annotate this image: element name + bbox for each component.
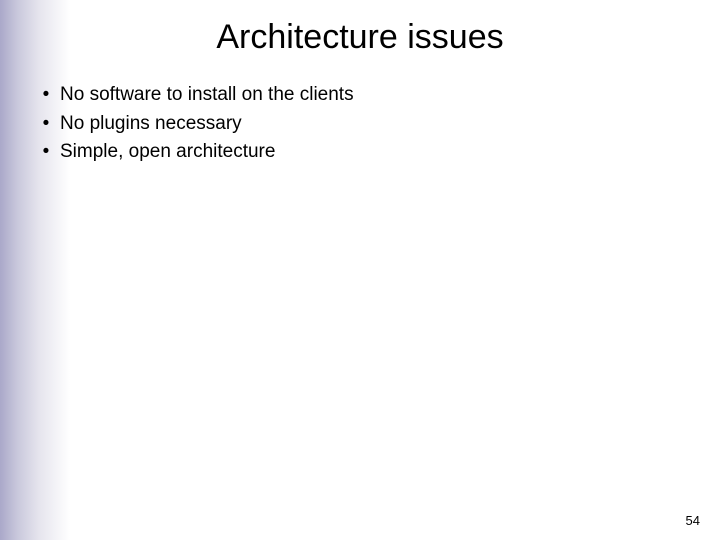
bullet-text: Simple, open architecture <box>60 141 275 162</box>
bullet-text: No plugins necessary <box>60 113 242 134</box>
bullet-icon: • <box>36 111 56 138</box>
bullet-icon: • <box>36 139 56 166</box>
list-item: •Simple, open architecture <box>36 139 354 166</box>
list-item: •No plugins necessary <box>36 111 354 138</box>
slide-title: Architecture issues <box>0 18 720 57</box>
page-number: 54 <box>686 513 700 528</box>
bullet-text: No software to install on the clients <box>60 84 354 105</box>
bullet-list: •No software to install on the clients •… <box>36 82 354 168</box>
list-item: •No software to install on the clients <box>36 82 354 109</box>
bullet-icon: • <box>36 82 56 109</box>
slide-content: Architecture issues •No software to inst… <box>0 0 720 540</box>
